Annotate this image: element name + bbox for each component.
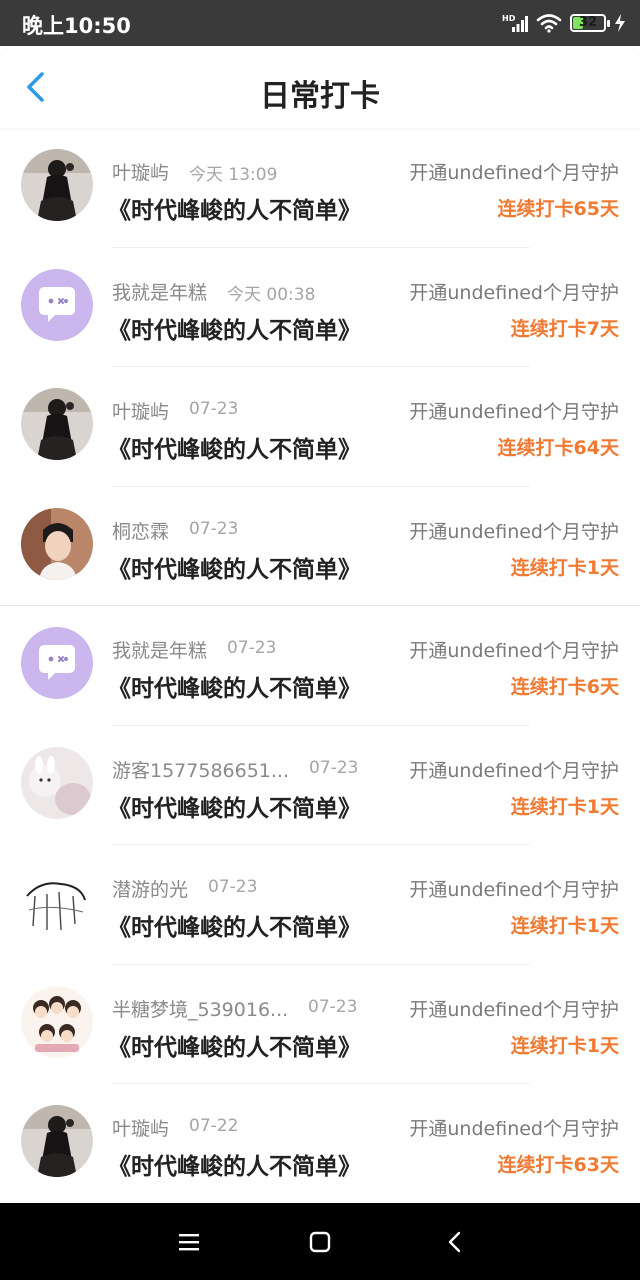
checkin-row[interactable]: 叶璇屿 07-22 《时代峰峻的人不简单》 开通undefined个月守护连续打卡63… xyxy=(0,1084,640,1202)
checkin-row[interactable]: 半糖梦境_539016... 07-23 《时代峰峻的人不简单》 开通undefine… xyxy=(0,965,640,1084)
username[interactable]: 桐恋霖 xyxy=(112,517,169,544)
checkin-time: 07-22 xyxy=(189,1116,239,1136)
guard-promo-link[interactable]: 开通undefined个月守护 xyxy=(409,756,619,783)
checkin-row[interactable]: 我就是年糕 07-23 《时代峰峻的人不简单》 开通undefined个月守护连续打卡… xyxy=(0,606,640,726)
charging-icon xyxy=(615,14,625,32)
guard-promo-link[interactable]: 开通undefined个月守护 xyxy=(409,397,619,424)
user-avatar[interactable] xyxy=(21,1105,93,1177)
username[interactable]: 游客1577586651... xyxy=(112,756,289,783)
checkin-time: 07-23 xyxy=(309,757,359,778)
streak-badge: 连续打卡6天 xyxy=(510,676,619,698)
checkin-title: 《时代峰峻的人不简单》 xyxy=(108,915,361,941)
back-triangle-icon xyxy=(448,1231,461,1253)
guard-promo-link[interactable]: 开通undefined个月守护 xyxy=(409,158,619,185)
battery-icon: 32 xyxy=(570,14,610,32)
checkin-list[interactable]: 叶璇屿 今天 13:09 《时代峰峻的人不简单》 开通undefined个月守护 连续打… xyxy=(0,128,640,1202)
user-avatar[interactable] xyxy=(21,268,93,341)
system-nav-bar xyxy=(0,1203,640,1280)
checkin-time: 07-23 xyxy=(227,638,277,658)
checkin-row[interactable]: 桐恋霖 07-23 《时代峰峻的人不简单》 开通undefined个月守护连续打卡1天 xyxy=(0,487,640,606)
guard-promo-link[interactable]: 开通undefined个月守护 xyxy=(409,875,619,902)
hd-signal-icon: HD xyxy=(502,14,528,32)
guard-promo-link[interactable]: 开通undefined个月守护 xyxy=(409,517,619,544)
user-avatar[interactable] xyxy=(21,507,93,580)
username[interactable]: 半糖梦境_539016... xyxy=(112,995,288,1022)
streak-badge: 连续打卡7天 xyxy=(510,317,619,340)
user-avatar[interactable] xyxy=(21,746,93,819)
guard-promo-link[interactable]: 开通undefined个月守护 xyxy=(409,1114,619,1141)
checkin-title: 《时代峰峻的人不简单》 xyxy=(108,437,361,463)
guard-promo-link[interactable]: 开通undefined个月守护 xyxy=(409,995,619,1022)
checkin-time: 07-23 xyxy=(308,996,358,1017)
username[interactable]: 潜游的光 xyxy=(112,875,188,902)
streak-badge: 连续打卡1天 xyxy=(510,795,619,818)
checkin-title: 《时代峰峻的人不简单》 xyxy=(108,1154,361,1180)
wifi-icon xyxy=(536,14,562,33)
svg-text:HD: HD xyxy=(502,14,516,23)
checkin-title: 《时代峰峻的人不简单》 xyxy=(108,556,361,583)
checkin-row[interactable]: 我就是年糕 今天 00:38 《时代峰峻的人不简单》 开通undefined个月守护连… xyxy=(0,248,640,367)
user-avatar[interactable] xyxy=(21,866,93,938)
checkin-row[interactable]: 叶璇屿 今天 13:09 《时代峰峻的人不简单》 开通undefined个月守护连续打… xyxy=(0,128,640,248)
home-button[interactable] xyxy=(305,1227,335,1257)
streak-badge: 连续打卡65天 xyxy=(497,198,619,220)
battery-cap xyxy=(607,20,610,27)
checkin-title: 《时代峰峻的人不简单》 xyxy=(108,317,361,344)
username[interactable]: 叶璇屿 xyxy=(112,158,169,185)
username[interactable]: 叶璇屿 xyxy=(112,397,169,424)
streak-badge: 连续打卡1天 xyxy=(510,556,619,579)
user-avatar[interactable] xyxy=(21,985,93,1058)
checkin-title: 《时代峰峻的人不简单》 xyxy=(108,1034,361,1061)
menu-button[interactable] xyxy=(174,1227,204,1257)
username[interactable]: 我就是年糕 xyxy=(112,278,207,305)
user-avatar[interactable] xyxy=(21,627,93,699)
checkin-time: 07-23 xyxy=(208,877,258,897)
checkin-title: 《时代峰峻的人不简单》 xyxy=(108,676,361,702)
checkin-row[interactable]: 游客1577586651... 07-23 《时代峰峻的人不简单》 开通undefin… xyxy=(0,726,640,845)
home-square-icon xyxy=(309,1231,331,1253)
page-title: 日常打卡 xyxy=(260,79,380,114)
guard-promo-link[interactable]: 开通undefined个月守护 xyxy=(409,278,619,305)
checkin-time: 今天 00:38 xyxy=(227,284,316,305)
username[interactable]: 我就是年糕 xyxy=(112,636,207,663)
header-bar: 日常打卡 xyxy=(0,46,640,128)
streak-badge: 连续打卡1天 xyxy=(510,915,619,937)
streak-badge: 连续打卡1天 xyxy=(510,1034,619,1057)
status-bar: 晚上10:50 HD 32 xyxy=(0,0,640,46)
username[interactable]: 叶璇屿 xyxy=(112,1114,169,1141)
system-back-button[interactable] xyxy=(440,1227,470,1257)
checkin-time: 07-23 xyxy=(189,399,239,419)
checkin-title: 《时代峰峻的人不简单》 xyxy=(108,795,361,822)
status-time: 晚上10:50 xyxy=(22,14,131,38)
checkin-title: 《时代峰峻的人不简单》 xyxy=(108,198,361,224)
user-avatar[interactable] xyxy=(21,149,93,221)
battery-level: 32 xyxy=(578,15,598,30)
checkin-row[interactable]: 叶璇屿 07-23 《时代峰峻的人不简单》 开通undefined个月守护连续打卡64… xyxy=(0,367,640,487)
menu-icon xyxy=(179,1234,199,1251)
user-avatar[interactable] xyxy=(21,388,93,460)
guard-promo-link[interactable]: 开通undefined个月守护 xyxy=(409,636,619,663)
checkin-time: 07-23 xyxy=(189,518,239,539)
checkin-time: 今天 13:09 xyxy=(189,165,278,185)
streak-badge: 连续打卡63天 xyxy=(497,1154,619,1176)
checkin-row[interactable]: 潜游的光 07-23 《时代峰峻的人不简单》 开通undefined个月守护连续打卡1… xyxy=(0,845,640,965)
status-icons: HD 32 xyxy=(502,11,626,35)
streak-badge: 连续打卡64天 xyxy=(497,437,619,459)
